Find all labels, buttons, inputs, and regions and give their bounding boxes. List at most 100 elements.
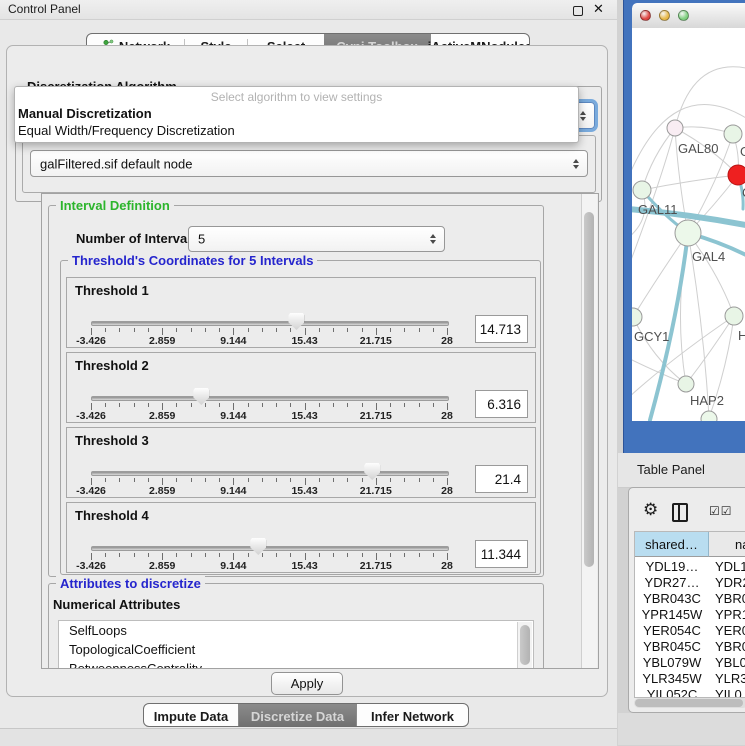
threshold-slider[interactable]: -3.4262.8599.14415.4321.71528 (91, 387, 449, 423)
slider-tick (319, 478, 320, 482)
cell-name[interactable]: YBR0 (715, 639, 745, 654)
checkboxes-icon[interactable]: ☑☑ (709, 504, 733, 518)
network-node-c[interactable] (728, 165, 745, 185)
cell-name[interactable]: YBL0 (715, 655, 745, 670)
cell-name[interactable]: YBR0 (715, 591, 745, 606)
table-row[interactable]: YDL19… YDL1 (635, 559, 745, 575)
network-edge[interactable] (642, 128, 675, 190)
slider-track[interactable] (91, 471, 449, 476)
cell-shared-name[interactable]: YDR27… (635, 575, 709, 590)
window-bottom-edge (0, 728, 617, 746)
network-view-window[interactable]: GAL80GACGAL11GAL4GCY1HHAP2 (623, 0, 745, 453)
list-scrollbar[interactable] (517, 622, 532, 669)
table-row[interactable]: YDR27… YDR2 (635, 575, 745, 591)
cell-shared-name[interactable]: YBR045C (635, 639, 709, 654)
number-of-intervals-combobox[interactable]: 5 (188, 226, 445, 252)
network-edge[interactable] (675, 67, 745, 128)
gear-icon[interactable]: ⚙ (643, 500, 658, 520)
slider-thumb[interactable] (193, 388, 209, 405)
settings-scrollbar-thumb[interactable] (584, 212, 594, 567)
network-edge[interactable] (633, 233, 688, 317)
threshold-value-field[interactable]: 14.713 (475, 315, 528, 343)
cell-shared-name[interactable]: YLR345W (635, 671, 709, 686)
table-horizontal-scrollbar[interactable] (634, 698, 745, 708)
cell-shared-name[interactable]: YBR043C (635, 591, 709, 606)
cell-shared-name[interactable]: YDL19… (635, 559, 709, 574)
threshold-value-field[interactable]: 21.4 (475, 465, 528, 493)
cell-name[interactable]: YIL0 (715, 687, 745, 698)
cell-shared-name[interactable]: YIL052C (635, 687, 709, 698)
network-canvas[interactable]: GAL80GACGAL11GAL4GCY1HHAP2 (632, 28, 745, 421)
slider-tick (219, 553, 220, 557)
slider-track[interactable] (91, 321, 449, 326)
threshold-value-field[interactable]: 6.316 (475, 390, 528, 418)
minimize-light[interactable] (659, 10, 670, 21)
cell-shared-name[interactable]: YBL079W (635, 655, 709, 670)
split-columns-icon[interactable] (672, 503, 688, 522)
column-header-name[interactable]: na (709, 532, 745, 557)
table-row[interactable]: YER054C YER0 (635, 623, 745, 639)
cell-name[interactable]: YLR3 (715, 671, 745, 686)
slider-tick (404, 478, 405, 482)
table-row[interactable]: YBR043C YBR0 (635, 591, 745, 607)
network-node-ga[interactable] (724, 125, 742, 143)
close-icon[interactable]: ✕ (593, 1, 604, 17)
slider-tick (248, 553, 249, 557)
table-data-combobox[interactable]: galFiltered.sif default node (30, 150, 588, 177)
zoom-light[interactable] (678, 10, 689, 21)
network-node-hap2[interactable] (678, 376, 694, 392)
slider-tick (176, 328, 177, 332)
dropdown-option[interactable]: Equal Width/Frequency Discretization (15, 122, 578, 139)
network-node-label: GCY1 (634, 329, 669, 344)
cell-name[interactable]: YER0 (715, 623, 745, 638)
tab-discretize-data[interactable]: Discretize Data (238, 704, 356, 727)
slider-tick (162, 478, 163, 485)
column-header-shared-name[interactable]: shared… (635, 532, 709, 557)
network-node-h[interactable] (725, 307, 743, 325)
list-scrollbar-thumb[interactable] (520, 625, 530, 665)
threshold-slider[interactable]: -3.4262.8599.14415.4321.71528 (91, 462, 449, 498)
numerical-attributes-list[interactable]: SelfLoopsTopologicalCoefficientBetweenne… (58, 620, 534, 669)
network-node-label: HAP2 (690, 393, 724, 408)
network-node-gal80[interactable] (667, 120, 683, 136)
network-edge[interactable] (633, 317, 686, 384)
cell-shared-name[interactable]: YER054C (635, 623, 709, 638)
table-row[interactable]: YBL079W YBL0 (635, 655, 745, 671)
cell-name[interactable]: YPR1 (715, 607, 745, 622)
cell-shared-name[interactable]: YPR145W (635, 607, 709, 622)
threshold-slider[interactable]: -3.4262.8599.14415.4321.71528 (91, 312, 449, 348)
table-row[interactable]: YLR345W YLR3 (635, 671, 745, 687)
slider-tick-label: 21.715 (360, 410, 392, 422)
apply-button[interactable]: Apply (271, 672, 343, 695)
network-edge[interactable] (686, 316, 734, 384)
slider-thumb[interactable] (250, 538, 266, 555)
threshold-value-field[interactable]: 11.344 (475, 540, 528, 568)
table-row[interactable]: YBR045C YBR0 (635, 639, 745, 655)
dropdown-option[interactable]: Manual Discretization (15, 105, 578, 122)
slider-thumb[interactable] (364, 463, 380, 480)
slider-track[interactable] (91, 546, 449, 551)
network-node[interactable] (701, 411, 717, 421)
tab-impute-data[interactable]: Impute Data (144, 704, 238, 727)
settings-scrollbar[interactable] (581, 194, 597, 668)
slider-track[interactable] (91, 396, 449, 401)
tab-infer-network[interactable]: Infer Network (356, 704, 468, 727)
network-node-gcy1[interactable] (632, 308, 642, 326)
cell-name[interactable]: YDR2 (715, 575, 745, 590)
network-window-titlebar[interactable] (632, 3, 745, 29)
attribute-list-item[interactable]: SelfLoops (59, 621, 533, 640)
table-horizontal-scrollbar-thumb[interactable] (635, 699, 743, 707)
table-row[interactable]: YIL052C YIL0 (635, 687, 745, 698)
table-panel-titlebar[interactable]: Table Panel (618, 453, 745, 488)
close-light[interactable] (640, 10, 651, 21)
threshold-slider[interactable]: -3.4262.8599.14415.4321.71528 (91, 537, 449, 573)
slider-tick (433, 328, 434, 332)
network-node-gal11[interactable] (633, 181, 651, 199)
control-panel-titlebar[interactable]: Control Panel ✕ (0, 0, 617, 20)
table-row[interactable]: YPR145W YPR1 (635, 607, 745, 623)
attribute-list-item[interactable]: TopologicalCoefficient (59, 640, 533, 659)
attribute-list-item[interactable]: BetweennessCentrality (59, 659, 533, 669)
network-node-gal4[interactable] (675, 220, 701, 246)
float-window-icon[interactable] (573, 6, 583, 16)
cell-name[interactable]: YDL1 (715, 559, 745, 574)
